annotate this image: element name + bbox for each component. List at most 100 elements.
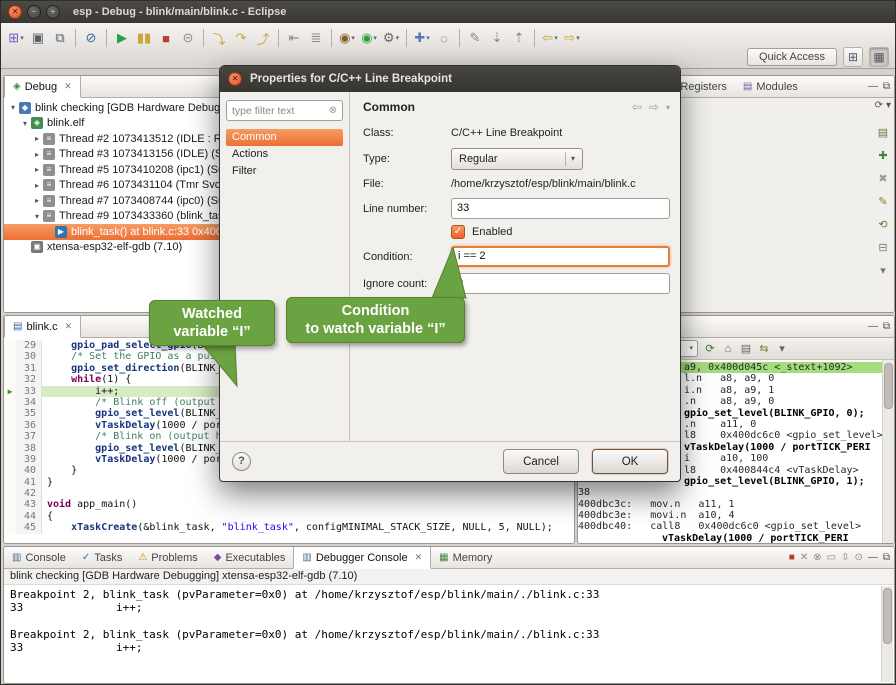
- code-line[interactable]: 42: [4, 488, 574, 499]
- tab-blink-c[interactable]: ▤ blink.c ✕: [4, 316, 81, 338]
- external-tools-icon[interactable]: ⚙▾: [380, 27, 402, 49]
- help-button[interactable]: ?: [232, 452, 251, 471]
- clear-filter-icon[interactable]: ⊗: [329, 105, 337, 116]
- window-minimize-button[interactable]: −: [27, 5, 41, 19]
- maximize-icon[interactable]: ⧉: [883, 552, 890, 563]
- tree-expand-arrow[interactable]: ▸: [32, 134, 42, 143]
- mark-occurrences-icon[interactable]: ✎: [464, 27, 486, 49]
- tab-problems[interactable]: ⚠Problems: [130, 547, 205, 568]
- dialog-titlebar[interactable]: ✕ Properties for C/C++ Line Breakpoint: [220, 66, 680, 92]
- sections-menu-icon[interactable]: ▾: [666, 103, 670, 112]
- collapse-all-icon[interactable]: ⊟: [875, 239, 891, 255]
- tree-expand-arrow[interactable]: ▸: [32, 150, 42, 159]
- tab-memory[interactable]: ▦Memory: [431, 547, 500, 568]
- scrollbar-thumb[interactable]: [883, 588, 892, 644]
- window-maximize-button[interactable]: +: [46, 5, 60, 19]
- filter-input[interactable]: type filter text ⊗: [226, 100, 343, 121]
- back-arrow-icon[interactable]: ⇦: [632, 100, 642, 114]
- tab-debugger-console[interactable]: ▥Debugger Console✕: [293, 547, 431, 569]
- tab-console[interactable]: ▥Console: [4, 547, 74, 568]
- forward-icon[interactable]: ⇨▾: [561, 27, 583, 49]
- step-into-icon[interactable]: ⤵: [208, 27, 230, 49]
- run-icon[interactable]: ◉▾: [358, 27, 380, 49]
- cancel-button[interactable]: Cancel: [503, 449, 579, 474]
- line-number-input[interactable]: 33: [451, 198, 670, 219]
- console-scrollbar[interactable]: [881, 586, 893, 682]
- open-perspective-icon[interactable]: ⊞: [843, 47, 863, 67]
- disassembly-line[interactable]: vTaskDelay(1000 / portTICK_PERI: [578, 533, 894, 543]
- view-menu-icon[interactable]: ▾: [886, 100, 891, 111]
- sync-selection-icon[interactable]: ⇆: [755, 340, 773, 358]
- forward-arrow-icon[interactable]: ⇨: [649, 100, 659, 114]
- clear-console-icon[interactable]: ▭: [827, 552, 836, 563]
- code-line[interactable]: 45 xTaskCreate(&blink_task, "blink_task"…: [4, 522, 574, 533]
- debug-perspective-icon[interactable]: ▦: [869, 47, 889, 67]
- remove-all-launches-icon[interactable]: ⊗: [813, 552, 821, 563]
- step-return-icon[interactable]: ⤴: [252, 27, 274, 49]
- close-icon[interactable]: ✕: [64, 81, 72, 92]
- type-dropdown[interactable]: Regular ▾: [451, 148, 583, 170]
- refresh-icon[interactable]: ⟳: [701, 340, 719, 358]
- n av-item-actions[interactable]: Actions: [226, 146, 343, 163]
- new-source-icon[interactable]: ✚▾: [411, 27, 433, 49]
- restore-register-groups-icon[interactable]: ⟲: [875, 216, 891, 232]
- instruction-stepping-icon[interactable]: ≣: [305, 27, 327, 49]
- refresh-icon[interactable]: ⟳: [875, 100, 883, 111]
- tab-debug[interactable]: ◈ Debug ✕: [4, 76, 81, 98]
- edit-register-group-icon[interactable]: ✎: [875, 193, 891, 209]
- maximize-icon[interactable]: ⧉: [883, 81, 890, 92]
- nav-item-filter[interactable]: Filter: [226, 163, 343, 180]
- back-icon[interactable]: ⇦▾: [539, 27, 561, 49]
- disassembly-line[interactable]: 400dbc3e: movi.n a10, 4: [578, 510, 894, 521]
- new-wizard-icon[interactable]: ⊞▾: [5, 27, 27, 49]
- disconnect-icon[interactable]: ⊝: [177, 27, 199, 49]
- view-menu-icon[interactable]: ▾: [875, 262, 891, 278]
- nav-item-common[interactable]: Common: [226, 129, 343, 146]
- suspend-icon[interactable]: ▮▮: [133, 27, 155, 49]
- terminate-icon[interactable]: ■: [155, 27, 177, 49]
- tab-modules[interactable]: ▤ Modules: [735, 76, 806, 97]
- previous-annotation-icon[interactable]: ⇡: [508, 27, 530, 49]
- home-icon[interactable]: ⌂: [719, 340, 737, 358]
- view-menu-icon[interactable]: ▾: [773, 340, 791, 358]
- remove-register-group-icon[interactable]: ✖: [875, 170, 891, 186]
- save-all-icon[interactable]: ⧉: [49, 27, 71, 49]
- show-source-icon[interactable]: ▤: [737, 340, 755, 358]
- terminate-console-icon[interactable]: ■: [789, 552, 795, 563]
- close-icon[interactable]: ✕: [65, 321, 73, 332]
- debug-icon[interactable]: ◉▾: [336, 27, 358, 49]
- layout-icon[interactable]: ▤: [875, 124, 891, 140]
- window-close-button[interactable]: ✕: [8, 5, 22, 19]
- drop-to-frame-icon[interactable]: ⇤: [283, 27, 305, 49]
- minimize-icon[interactable]: —: [868, 81, 878, 92]
- code-line[interactable]: 43void app_main(): [4, 499, 574, 510]
- condition-input[interactable]: i == 2: [451, 246, 670, 267]
- code-line[interactable]: 44{: [4, 511, 574, 522]
- maximize-icon[interactable]: ⧉: [883, 321, 890, 332]
- dialog-close-button[interactable]: ✕: [228, 72, 242, 86]
- remove-launch-icon[interactable]: ✕: [800, 552, 808, 563]
- tree-expand-arrow[interactable]: ▸: [32, 165, 42, 174]
- tab-executables[interactable]: ◆Executables: [206, 547, 294, 568]
- minimize-icon[interactable]: —: [868, 552, 878, 563]
- console-output[interactable]: Breakpoint 2, blink_task (pvParameter=0x…: [4, 585, 894, 683]
- enabled-checkbox[interactable]: ✓: [451, 225, 465, 239]
- tab-tasks[interactable]: ✓Tasks: [74, 547, 131, 568]
- tree-expand-arrow[interactable]: ▸: [32, 181, 42, 190]
- disassembly-line[interactable]: 38: [578, 487, 894, 498]
- skip-all-breakpoints-icon[interactable]: ⊘: [80, 27, 102, 49]
- step-over-icon[interactable]: ↷: [230, 27, 252, 49]
- tree-expand-arrow[interactable]: ▾: [20, 119, 30, 128]
- resume-icon[interactable]: ▶: [111, 27, 133, 49]
- scrollbar-thumb[interactable]: [884, 363, 893, 409]
- disassembly-line[interactable]: 400dbc3c: mov.n a11, 1: [578, 499, 894, 510]
- quick-access-button[interactable]: Quick Access: [747, 48, 837, 66]
- tree-expand-arrow[interactable]: ▾: [32, 212, 42, 221]
- save-icon[interactable]: ▣: [27, 27, 49, 49]
- tree-expand-arrow[interactable]: ▾: [8, 103, 18, 112]
- minimize-icon[interactable]: —: [868, 321, 878, 332]
- ignore-count-input[interactable]: 0: [451, 273, 670, 294]
- next-annotation-icon[interactable]: ⇣: [486, 27, 508, 49]
- disassembly-line[interactable]: 400dbc40: call8 0x400dc6c0 <gpio_set_lev…: [578, 521, 894, 532]
- pin-console-icon[interactable]: ⊙: [854, 552, 862, 563]
